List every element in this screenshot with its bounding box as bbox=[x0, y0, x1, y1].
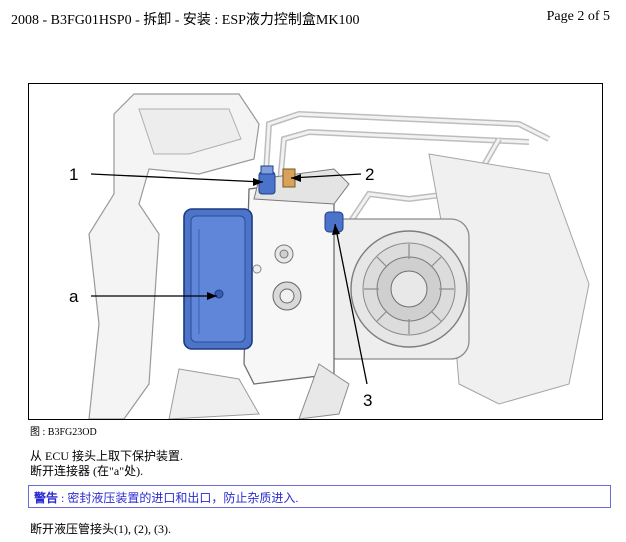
pipe-union-1 bbox=[258, 171, 276, 195]
hydraulic-unit-illustration: 1 2 a 3 bbox=[69, 93, 590, 419]
document-title: 2008 - B3FG01HSP0 - 拆卸 - 安装 : ESP液力控制盒MK… bbox=[11, 13, 360, 28]
warning-text: : 密封液压装置的进口和出口，防止杂质进入. bbox=[58, 491, 299, 505]
callout-a: a bbox=[69, 287, 79, 306]
figure-frame: 1 2 a 3 bbox=[28, 83, 603, 420]
callout-3: 3 bbox=[363, 391, 372, 410]
step-disconnect-connector: 断开连接器 (在"a"处). bbox=[30, 464, 144, 478]
lower-mount bbox=[168, 368, 260, 419]
callout-2: 2 bbox=[365, 165, 374, 184]
figure-caption: 图 : B3FG23OD bbox=[30, 427, 97, 438]
warning-label: 警告 bbox=[34, 491, 59, 505]
callout-1: 1 bbox=[69, 165, 78, 184]
warning-box: 警告 : 密封液压装置的进口和出口，防止杂质进入. bbox=[28, 485, 611, 508]
page-indicator: Page 2 of 5 bbox=[546, 9, 610, 24]
step-disconnect-pipes: 断开液压管接头(1), (2), (3). bbox=[30, 522, 171, 536]
hydraulic-block bbox=[243, 178, 335, 385]
